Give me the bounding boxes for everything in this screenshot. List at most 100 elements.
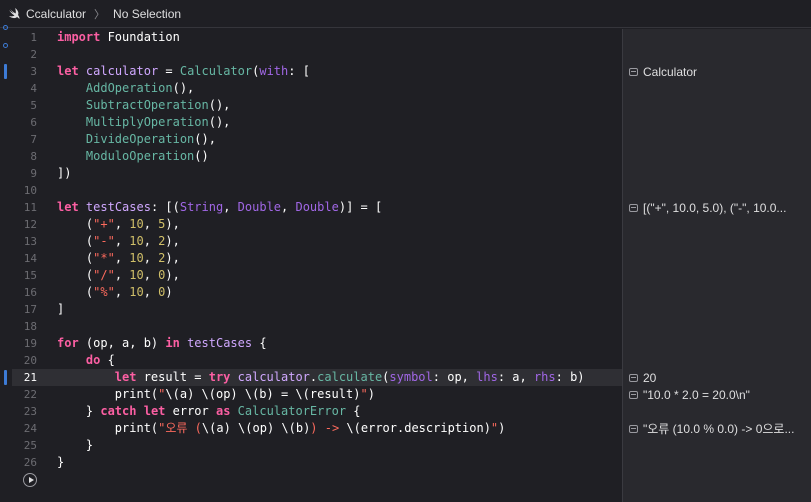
code-token: ) bbox=[367, 387, 375, 401]
code-text[interactable]: ("*", 10, 2), bbox=[57, 250, 180, 267]
change-marker[interactable] bbox=[4, 370, 7, 385]
code-line[interactable]: 24 print("오류 (\(a) \(op) \(b)) -> \(erro… bbox=[12, 420, 622, 437]
code-token: do bbox=[85, 353, 101, 367]
result-value: [("+", 10.0, 5.0), ("-", 10.0... bbox=[643, 200, 787, 215]
code-line[interactable]: 13 ("-", 10, 2), bbox=[12, 233, 622, 250]
code-token: : op, bbox=[432, 370, 477, 384]
code-line[interactable]: 21 let result = try calculator.calculate… bbox=[12, 369, 622, 386]
code-line[interactable]: 14 ("*", 10, 2), bbox=[12, 250, 622, 267]
code-line[interactable]: 10 bbox=[12, 182, 622, 199]
code-token: ( bbox=[57, 217, 94, 231]
line-number: 9 bbox=[30, 167, 37, 180]
line-number: 8 bbox=[30, 150, 37, 163]
code-token: , bbox=[143, 217, 159, 231]
code-line[interactable]: 5 SubtractOperation(), bbox=[12, 97, 622, 114]
code-text[interactable]: MultiplyOperation(), bbox=[57, 114, 231, 131]
code-line[interactable]: 1 import Foundation bbox=[12, 29, 622, 46]
code-token: ) -> bbox=[310, 421, 347, 435]
code-line[interactable]: 2 bbox=[12, 46, 622, 63]
code-text[interactable]: AddOperation(), bbox=[57, 80, 194, 97]
code-token: Double bbox=[237, 200, 282, 214]
code-text[interactable]: ("-", 10, 2), bbox=[57, 233, 180, 250]
code-text[interactable]: ("+", 10, 5), bbox=[57, 216, 180, 233]
breadcrumb-selection[interactable]: No Selection bbox=[113, 7, 181, 21]
code-token: testCases bbox=[85, 200, 151, 214]
code-token: { bbox=[252, 336, 267, 350]
breakpoint-marker[interactable] bbox=[3, 43, 8, 48]
code-text[interactable]: let result = try calculator.calculate(sy… bbox=[57, 369, 585, 386]
code-text[interactable]: print("오류 (\(a) \(op) \(b)) -> \(error.d… bbox=[57, 420, 506, 437]
code-token: catch bbox=[100, 404, 137, 418]
code-token: SubtractOperation bbox=[85, 98, 209, 112]
quick-look-icon[interactable] bbox=[629, 390, 638, 399]
code-line[interactable]: 26} bbox=[12, 454, 622, 471]
code-text[interactable]: let testCases: [(String, Double, Double)… bbox=[57, 199, 382, 216]
quick-look-icon[interactable] bbox=[629, 203, 638, 212]
code-token: error bbox=[165, 404, 216, 418]
breakpoint-marker[interactable] bbox=[3, 25, 8, 30]
code-line[interactable]: 6 MultiplyOperation(), bbox=[12, 114, 622, 131]
quick-look-icon[interactable] bbox=[629, 373, 638, 382]
code-line[interactable]: 3 let calculator = Calculator(with: [ bbox=[12, 63, 622, 80]
code-line[interactable]: 18 bbox=[12, 318, 622, 335]
code-line[interactable]: 9]) bbox=[12, 165, 622, 182]
code-text[interactable]: ("%", 10, 0) bbox=[57, 284, 173, 301]
code-line[interactable]: 8 ModuloOperation() bbox=[12, 148, 622, 165]
code-text[interactable]: do { bbox=[57, 352, 115, 369]
code-token: MultiplyOperation bbox=[85, 115, 209, 129]
code-line[interactable]: 23 } catch let error as CalculatorError … bbox=[12, 403, 622, 420]
result-item[interactable]: 20 bbox=[629, 369, 807, 386]
code-text[interactable]: } catch let error as CalculatorError { bbox=[57, 403, 361, 420]
line-number: 17 bbox=[23, 303, 37, 316]
line-number: 25 bbox=[23, 439, 37, 452]
code-line[interactable]: 25 } bbox=[12, 437, 622, 454]
code-text[interactable]: let calculator = Calculator(with: [ bbox=[57, 63, 310, 80]
code-line[interactable]: 12 ("+", 10, 5), bbox=[12, 216, 622, 233]
code-line[interactable]: 15 ("/", 10, 0), bbox=[12, 267, 622, 284]
code-line[interactable]: 20 do { bbox=[12, 352, 622, 369]
code-text[interactable]: ]) bbox=[57, 165, 71, 182]
code-line[interactable]: 7 DivideOperation(), bbox=[12, 131, 622, 148]
code-token: let bbox=[57, 200, 79, 214]
breadcrumb-file[interactable]: Ccalculator bbox=[26, 7, 86, 21]
code-token: try bbox=[208, 370, 231, 384]
code-editor[interactable]: 1 import Foundation 2 3 let calculator = Cal… bbox=[12, 29, 622, 502]
code-line[interactable]: 4 AddOperation(), bbox=[12, 80, 622, 97]
quick-look-icon[interactable] bbox=[629, 67, 638, 76]
quick-look-icon[interactable] bbox=[629, 424, 638, 433]
play-icon[interactable] bbox=[23, 473, 37, 487]
code-text[interactable]: } bbox=[57, 454, 64, 471]
code-line[interactable]: 22 print("\(a) \(op) \(b) = \(result)") bbox=[12, 386, 622, 403]
code-token: , bbox=[281, 200, 296, 214]
code-line[interactable]: 16 ("%", 10, 0) bbox=[12, 284, 622, 301]
code-text[interactable]: for (op, a, b) in testCases { bbox=[57, 335, 267, 352]
code-line[interactable]: 17] bbox=[12, 301, 622, 318]
code-token: , bbox=[143, 234, 159, 248]
code-text[interactable]: SubtractOperation(), bbox=[57, 97, 231, 114]
result-item[interactable]: "10.0 * 2.0 = 20.0\n" bbox=[629, 386, 807, 403]
code-token: : [( bbox=[150, 200, 180, 214]
code-text[interactable]: ("/", 10, 0), bbox=[57, 267, 180, 284]
line-number: 3 bbox=[30, 65, 37, 78]
code-text[interactable]: } bbox=[57, 437, 93, 454]
result-item[interactable]: Calculator bbox=[629, 63, 807, 80]
code-text[interactable]: print("\(a) \(op) \(b) = \(result)") bbox=[57, 386, 375, 403]
code-line[interactable]: 11 let testCases: [(String, Double, Doubl… bbox=[12, 199, 622, 216]
code-line[interactable]: 19 for (op, a, b) in testCases { bbox=[12, 335, 622, 352]
code-text[interactable]: import Foundation bbox=[57, 29, 180, 46]
result-item[interactable]: [("+", 10.0, 5.0), ("-", 10.0... bbox=[629, 199, 807, 216]
line-number: 16 bbox=[23, 286, 37, 299]
code-text[interactable]: ModuloOperation() bbox=[57, 148, 209, 165]
code-text[interactable]: ] bbox=[57, 301, 64, 318]
result-item[interactable]: "오류 (10.0 % 0.0) -> 0으로... bbox=[629, 420, 807, 437]
code-text[interactable]: DivideOperation(), bbox=[57, 131, 216, 148]
code-token: calculator bbox=[85, 64, 159, 78]
change-marker[interactable] bbox=[4, 64, 7, 79]
code-token: import bbox=[57, 30, 101, 44]
